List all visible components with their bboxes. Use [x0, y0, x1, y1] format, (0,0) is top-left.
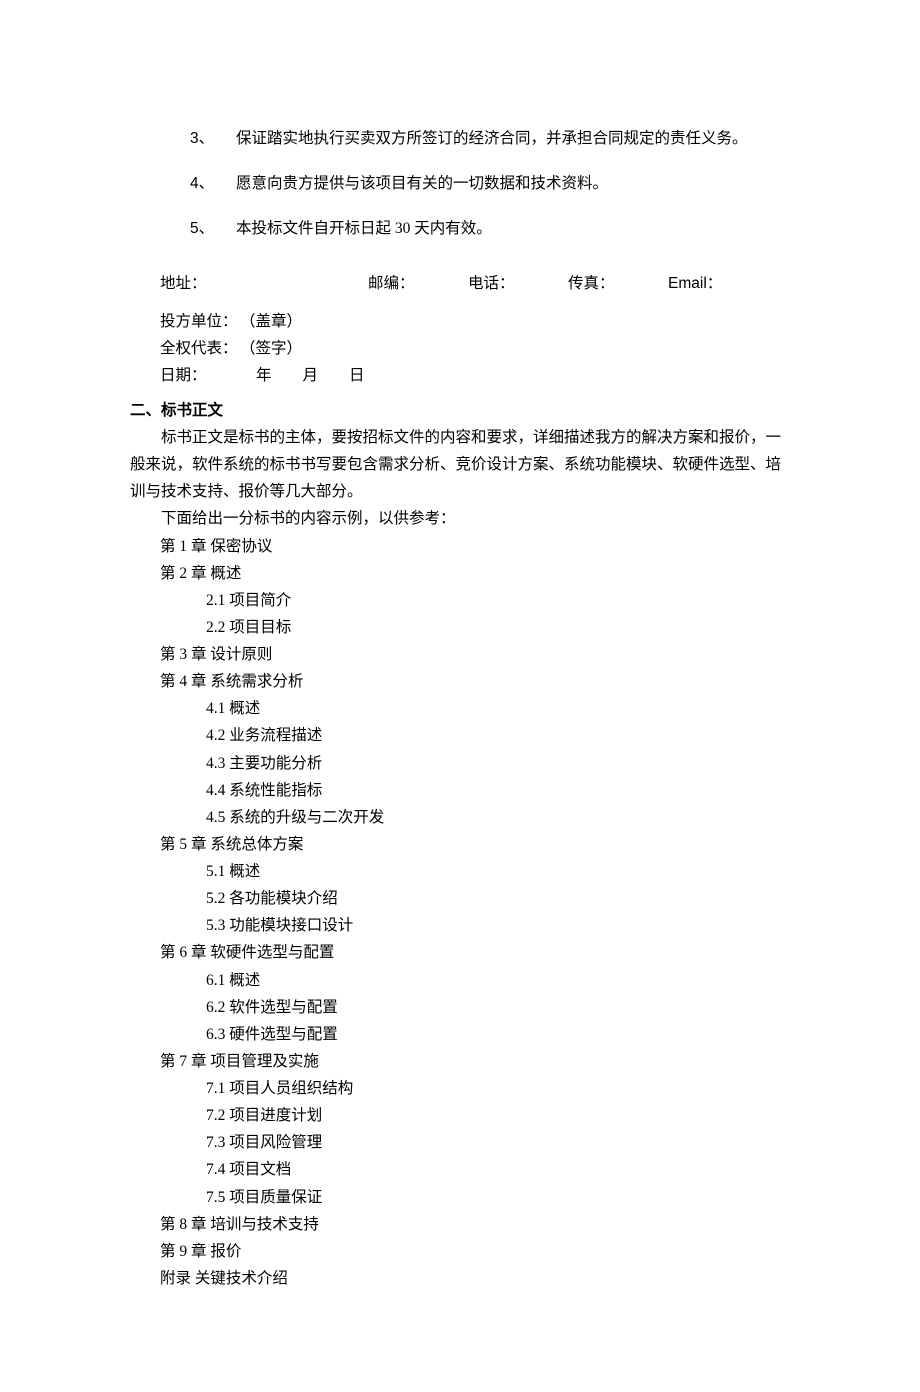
- date-row: 日期： 年 月 日: [160, 362, 790, 389]
- toc-section: 7.1 项目人员组织结构: [206, 1075, 790, 1102]
- signature-block: 投方单位： （盖章） 全权代表： （签字） 日期： 年 月 日: [160, 308, 790, 389]
- toc-chapter: 第 7 章 项目管理及实施: [160, 1048, 790, 1075]
- toc-section: 7.3 项目风险管理: [206, 1129, 790, 1156]
- toc-section: 4.4 系统性能指标: [206, 777, 790, 804]
- toc-chapter: 第 1 章 保密协议: [160, 533, 790, 560]
- item-text: 保证踏实地执行买卖双方所签订的经济合同，并承担合同规定的责任义务。: [236, 125, 790, 152]
- zip-label: 邮编：: [368, 270, 468, 297]
- intro-paragraph: 标书正文是标书的主体，要按招标文件的内容和要求，详细描述我方的解决方案和报价，一…: [130, 424, 790, 505]
- list-item: 4、 愿意向贵方提供与该项目有关的一切数据和技术资料。: [190, 170, 790, 197]
- numbered-list: 3、 保证踏实地执行买卖双方所签订的经济合同，并承担合同规定的责任义务。 4、 …: [130, 125, 790, 242]
- toc-section: 5.2 各功能模块介绍: [206, 885, 790, 912]
- list-item: 3、 保证踏实地执行买卖双方所签订的经济合同，并承担合同规定的责任义务。: [190, 125, 790, 152]
- phone-label: 电话：: [468, 270, 568, 297]
- toc-section: 2.2 项目目标: [206, 614, 790, 641]
- toc-section: 4.3 主要功能分析: [206, 750, 790, 777]
- email-label: Email：: [668, 270, 722, 297]
- item-text: 愿意向贵方提供与该项目有关的一切数据和技术资料。: [236, 170, 790, 197]
- toc-section: 6.1 概述: [206, 967, 790, 994]
- paragraph-text: 标书正文是标书的主体，要按招标文件的内容和要求，详细描述我方的解决方案和报价，一…: [130, 429, 781, 500]
- toc-section: 4.1 概述: [206, 695, 790, 722]
- representative-label: 全权代表：: [160, 335, 240, 362]
- item-text: 本投标文件自开标日起 30 天内有效。: [236, 215, 790, 242]
- table-of-contents: 第 1 章 保密协议第 2 章 概述2.1 项目简介2.2 项目目标第 3 章 …: [160, 533, 790, 1293]
- representative-value: （签字）: [240, 335, 302, 362]
- date-value: 年 月 日: [256, 362, 365, 389]
- toc-chapter: 第 8 章 培训与技术支持: [160, 1211, 790, 1238]
- toc-section: 4.2 业务流程描述: [206, 722, 790, 749]
- toc-section: 6.3 硬件选型与配置: [206, 1021, 790, 1048]
- toc-chapter: 第 9 章 报价: [160, 1238, 790, 1265]
- toc-section: 5.3 功能模块接口设计: [206, 912, 790, 939]
- contact-line: 地址： 邮编： 电话： 传真： Email：: [160, 270, 790, 297]
- example-intro: 下面给出一分标书的内容示例，以供参考：: [130, 505, 790, 532]
- document-page: 3、 保证踏实地执行买卖双方所签订的经济合同，并承担合同规定的责任义务。 4、 …: [0, 0, 920, 1392]
- bidder-unit-row: 投方单位： （盖章）: [160, 308, 790, 335]
- bidder-unit-label: 投方单位：: [160, 308, 240, 335]
- toc-chapter: 第 4 章 系统需求分析: [160, 668, 790, 695]
- item-number: 3、: [190, 125, 236, 152]
- item-number: 4、: [190, 170, 236, 197]
- list-item: 5、 本投标文件自开标日起 30 天内有效。: [190, 215, 790, 242]
- toc-section: 4.5 系统的升级与二次开发: [206, 804, 790, 831]
- toc-chapter: 第 2 章 概述: [160, 560, 790, 587]
- toc-section: 7.5 项目质量保证: [206, 1184, 790, 1211]
- toc-chapter: 第 3 章 设计原则: [160, 641, 790, 668]
- address-label: 地址：: [160, 270, 368, 297]
- fax-label: 传真：: [568, 270, 668, 297]
- toc-chapter: 第 6 章 软硬件选型与配置: [160, 939, 790, 966]
- toc-section: 7.4 项目文档: [206, 1156, 790, 1183]
- toc-chapter: 附录 关键技术介绍: [160, 1265, 790, 1292]
- toc-chapter: 第 5 章 系统总体方案: [160, 831, 790, 858]
- toc-section: 7.2 项目进度计划: [206, 1102, 790, 1129]
- toc-section: 5.1 概述: [206, 858, 790, 885]
- toc-section: 6.2 软件选型与配置: [206, 994, 790, 1021]
- bidder-unit-value: （盖章）: [240, 308, 302, 335]
- section-title: 二、标书正文: [130, 397, 790, 424]
- representative-row: 全权代表： （签字）: [160, 335, 790, 362]
- toc-section: 2.1 项目简介: [206, 587, 790, 614]
- item-number: 5、: [190, 215, 236, 242]
- date-label: 日期：: [160, 362, 240, 389]
